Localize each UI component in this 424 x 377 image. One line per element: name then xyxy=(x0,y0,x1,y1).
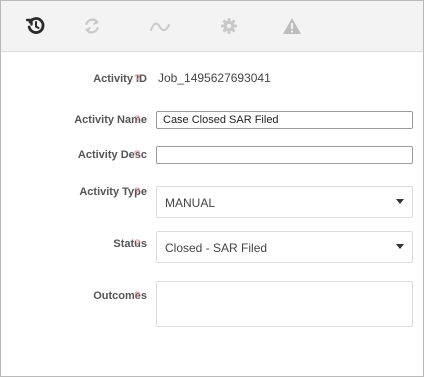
activity-type-value: MANUAL xyxy=(165,196,216,210)
activity-desc-input[interactable] xyxy=(156,146,413,164)
status-value: Closed - SAR Filed xyxy=(165,241,268,255)
activity-id-help-icon[interactable]: ? xyxy=(134,73,140,85)
activity-panel: Activity ID ? Job_1495627693041 Activity… xyxy=(0,0,424,377)
outcomes-textarea[interactable] xyxy=(156,281,413,327)
warning-icon[interactable] xyxy=(279,13,305,39)
activity-type-select[interactable]: MANUAL xyxy=(156,186,413,218)
activity-name-help-icon[interactable]: ? xyxy=(134,114,140,126)
outcomes-help-icon[interactable]: ? xyxy=(134,290,140,302)
history-icon[interactable] xyxy=(23,13,49,39)
refresh-icon[interactable] xyxy=(79,13,105,39)
status-help-icon[interactable]: ? xyxy=(134,238,140,250)
gear-icon[interactable] xyxy=(216,13,242,39)
activity-name-input[interactable] xyxy=(156,111,413,129)
chevron-down-icon xyxy=(396,199,404,204)
toolbar xyxy=(1,1,423,52)
status-label: Status xyxy=(113,238,147,250)
activity-type-help-icon[interactable]: ? xyxy=(134,186,140,198)
trend-icon[interactable] xyxy=(147,13,173,39)
chevron-down-icon xyxy=(396,244,404,249)
status-select[interactable]: Closed - SAR Filed xyxy=(156,231,413,263)
activity-desc-help-icon[interactable]: ? xyxy=(134,149,140,161)
activity-id-value: Job_1495627693041 xyxy=(158,71,271,85)
